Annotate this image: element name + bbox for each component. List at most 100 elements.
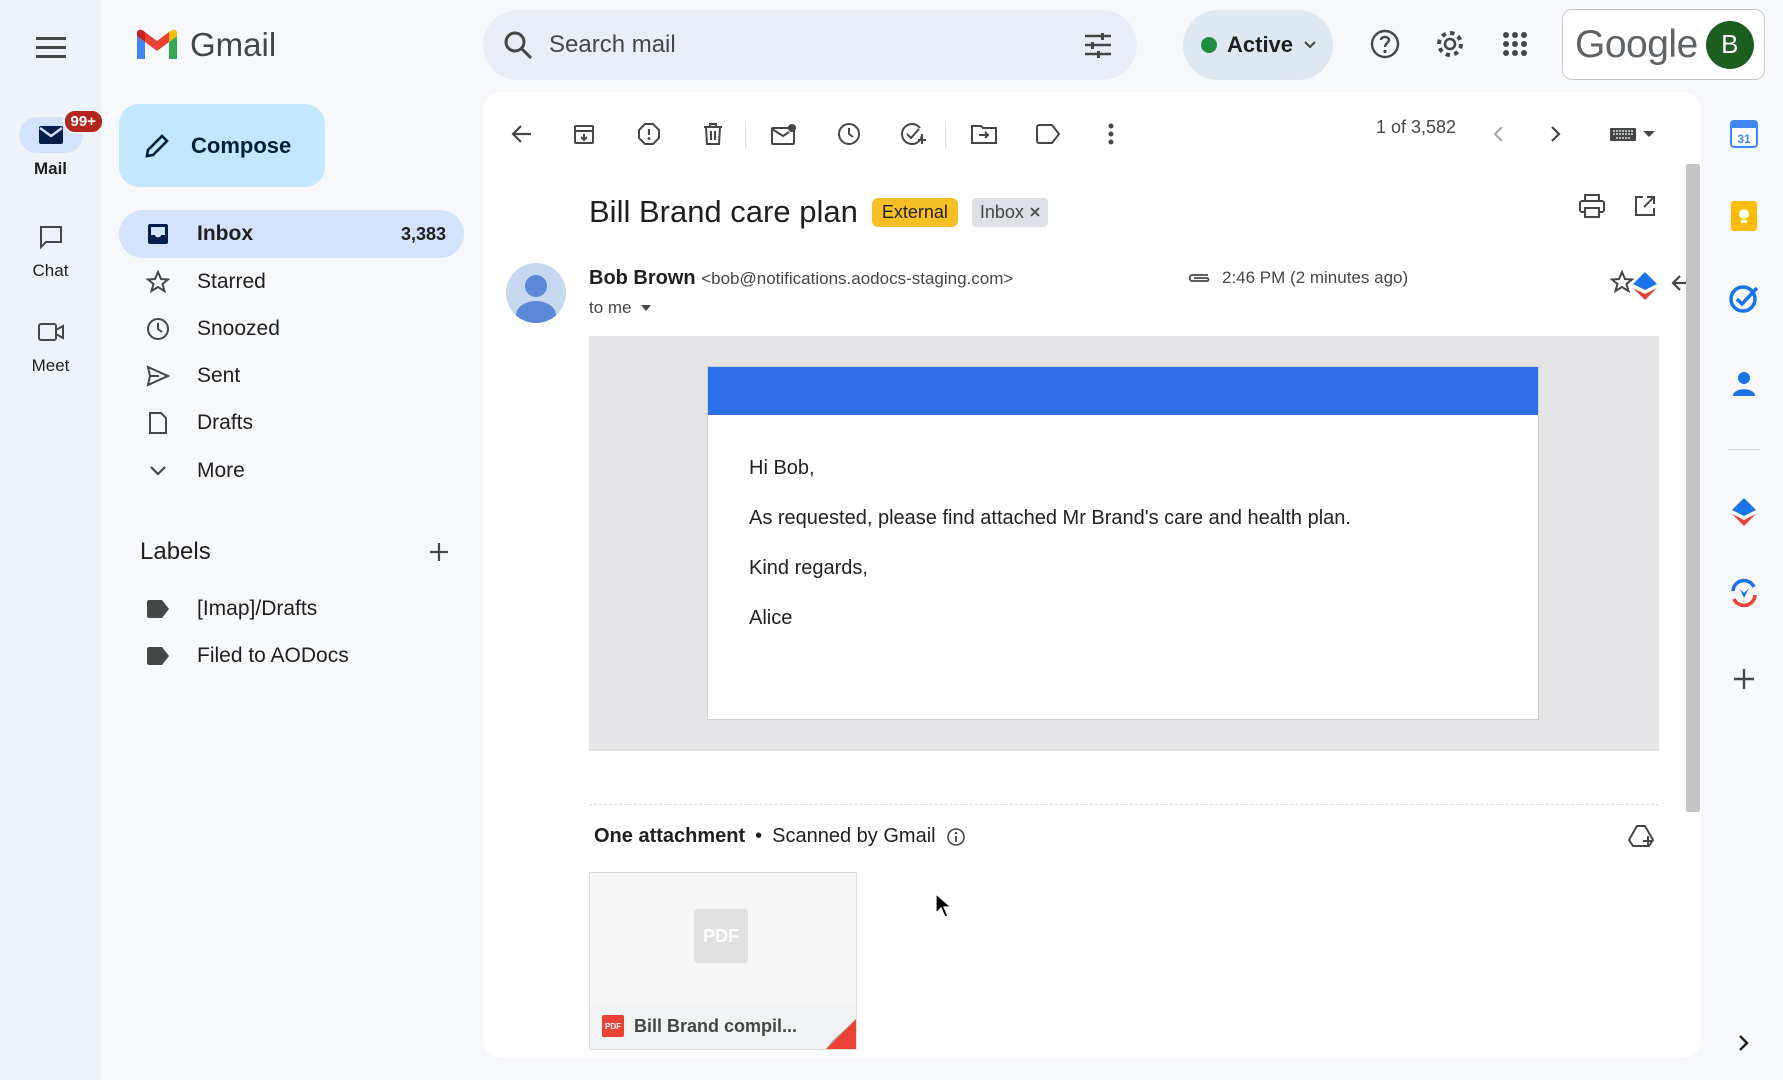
attachment-paperclip-icon — [1188, 274, 1210, 282]
chevron-down-icon — [1304, 41, 1316, 49]
nav-inbox-label: Inbox — [197, 222, 253, 245]
search-bar[interactable] — [483, 10, 1137, 80]
unread-badge: 99+ — [62, 109, 104, 134]
google-wordmark: Google — [1575, 22, 1698, 66]
info-icon[interactable] — [946, 827, 966, 847]
nav-more-label: More — [197, 459, 245, 482]
rail-chat[interactable]: Chat — [0, 219, 101, 281]
attachment-filename: Bill Brand compil... — [634, 1015, 798, 1036]
open-in-new-window-icon[interactable] — [1625, 186, 1665, 226]
nav-inbox[interactable]: Inbox 3,383 — [119, 210, 464, 258]
attachment-card[interactable]: PDF PDF Bill Brand compil... — [589, 872, 857, 1050]
scrollbar-thumb[interactable] — [1686, 164, 1700, 812]
google-account-button[interactable]: Google B — [1562, 9, 1765, 80]
search-icon[interactable] — [503, 30, 533, 60]
mouse-cursor-icon — [935, 893, 953, 918]
draft-file-icon — [145, 410, 171, 436]
active-status-dot — [1201, 37, 1217, 53]
pencil-icon — [145, 133, 169, 158]
attachments-count: One attachment — [594, 825, 746, 847]
tasks-app-icon[interactable] — [1726, 281, 1762, 317]
add-label-plus-icon[interactable] — [428, 541, 450, 563]
label-filed-to-aodocs[interactable]: Filed to AODocs — [119, 632, 464, 680]
email-line: As requested, please find attached Mr Br… — [749, 507, 1351, 529]
main-menu-icon[interactable] — [31, 28, 71, 68]
more-vertical-icon[interactable] — [1091, 114, 1131, 154]
aodocs-app-icon[interactable] — [1726, 494, 1762, 530]
message-time-text: 2:46 PM (2 minutes ago) — [1222, 268, 1409, 287]
report-spam-icon[interactable] — [629, 114, 669, 154]
search-input[interactable] — [549, 31, 1083, 59]
calendar-app-icon[interactable]: 31 — [1726, 116, 1762, 152]
help-icon[interactable] — [1363, 22, 1407, 66]
nav-sent-label: Sent — [197, 364, 241, 387]
pdf-file-icon: PDF — [602, 1015, 624, 1037]
sender-name[interactable]: Bob Brown — [589, 267, 696, 289]
label-imap-drafts[interactable]: [Imap]/Drafts — [119, 585, 464, 633]
older-chevron-right-icon[interactable] — [1536, 114, 1576, 154]
email-body-container: Hi Bob, As requested, please find attach… — [589, 336, 1659, 751]
mark-unread-icon[interactable] — [764, 114, 804, 154]
rail-mail[interactable]: 99+ Mail — [0, 109, 104, 179]
email-greeting: Hi Bob, — [749, 457, 815, 479]
nav-more[interactable]: More — [119, 447, 464, 495]
attachments-header: One attachment • Scanned by Gmail — [594, 825, 966, 848]
chat-icon — [39, 226, 62, 250]
aodocs-sync-app-icon[interactable] — [1726, 575, 1762, 611]
keep-app-icon[interactable] — [1726, 198, 1762, 234]
expand-side-panel-chevron-icon[interactable] — [1726, 1025, 1762, 1061]
compose-label: Compose — [191, 132, 292, 158]
email-signature: Alice — [749, 607, 793, 629]
contacts-app-icon[interactable] — [1726, 365, 1762, 401]
rail-meet[interactable]: Meet — [0, 314, 101, 376]
attachments-divider — [589, 804, 1659, 805]
label-tag-icon — [145, 643, 171, 669]
labels-title: Labels — [140, 538, 211, 565]
gmail-logo[interactable]: Gmail — [134, 26, 276, 64]
nav-sent[interactable]: Sent — [119, 352, 464, 400]
left-rail: 99+ Mail Chat Meet — [0, 0, 104, 1080]
subject-row: Bill Brand care plan External Inbox — [589, 194, 1048, 230]
video-camera-icon — [37, 323, 64, 341]
email-body-text: Hi Bob, As requested, please find attach… — [708, 415, 1538, 631]
nav-drafts[interactable]: Drafts — [119, 399, 464, 447]
compose-button[interactable]: Compose — [119, 104, 325, 187]
nav-starred[interactable]: Starred — [119, 258, 464, 306]
sender-email: <bob@notifications.aodocs-staging.com> — [701, 269, 1014, 288]
labels-header: Labels — [140, 538, 450, 566]
apps-grid-icon[interactable] — [1493, 22, 1537, 66]
page-curl-corner — [826, 1019, 856, 1049]
add-addon-plus-icon[interactable] — [1726, 661, 1762, 697]
message-time: 2:46 PM (2 minutes ago) — [1186, 268, 1408, 288]
filter-options-icon[interactable] — [1083, 32, 1113, 58]
move-to-folder-icon[interactable] — [964, 114, 1004, 154]
sender-line: Bob Brown <bob@notifications.aodocs-stag… — [589, 267, 1013, 290]
mail-icon — [38, 126, 63, 144]
print-icon[interactable] — [1572, 186, 1612, 226]
inbox-icon — [145, 221, 171, 247]
input-tools-keyboard-icon[interactable] — [1603, 114, 1663, 154]
aodocs-file-message-icon[interactable] — [1625, 266, 1665, 306]
scanned-by-gmail: Scanned by Gmail — [772, 825, 936, 847]
account-avatar: B — [1705, 20, 1754, 69]
save-to-drive-icon[interactable] — [1622, 816, 1662, 856]
archive-icon[interactable] — [564, 114, 604, 154]
newer-chevron-left-icon[interactable] — [1478, 114, 1518, 154]
nav-snoozed[interactable]: Snoozed — [119, 305, 464, 353]
side-panel-divider — [1728, 449, 1760, 450]
inbox-label-text: Inbox — [979, 201, 1024, 222]
add-to-tasks-icon[interactable] — [893, 114, 933, 154]
label-tag-icon — [145, 596, 171, 622]
back-arrow-icon[interactable] — [502, 114, 542, 154]
status-dropdown[interactable]: Active — [1183, 10, 1333, 80]
delete-trash-icon[interactable] — [693, 114, 733, 154]
recipient-details[interactable]: to me — [589, 298, 652, 318]
pdf-preview-icon: PDF — [694, 909, 748, 963]
rail-chat-label: Chat — [32, 261, 69, 280]
settings-gear-icon[interactable] — [1428, 22, 1472, 66]
inbox-label-chip[interactable]: Inbox — [971, 197, 1048, 227]
remove-label-close-icon[interactable] — [1030, 207, 1040, 217]
snooze-clock-icon[interactable] — [829, 114, 869, 154]
label-icon[interactable] — [1028, 114, 1068, 154]
rail-mail-label: Mail — [33, 159, 68, 178]
